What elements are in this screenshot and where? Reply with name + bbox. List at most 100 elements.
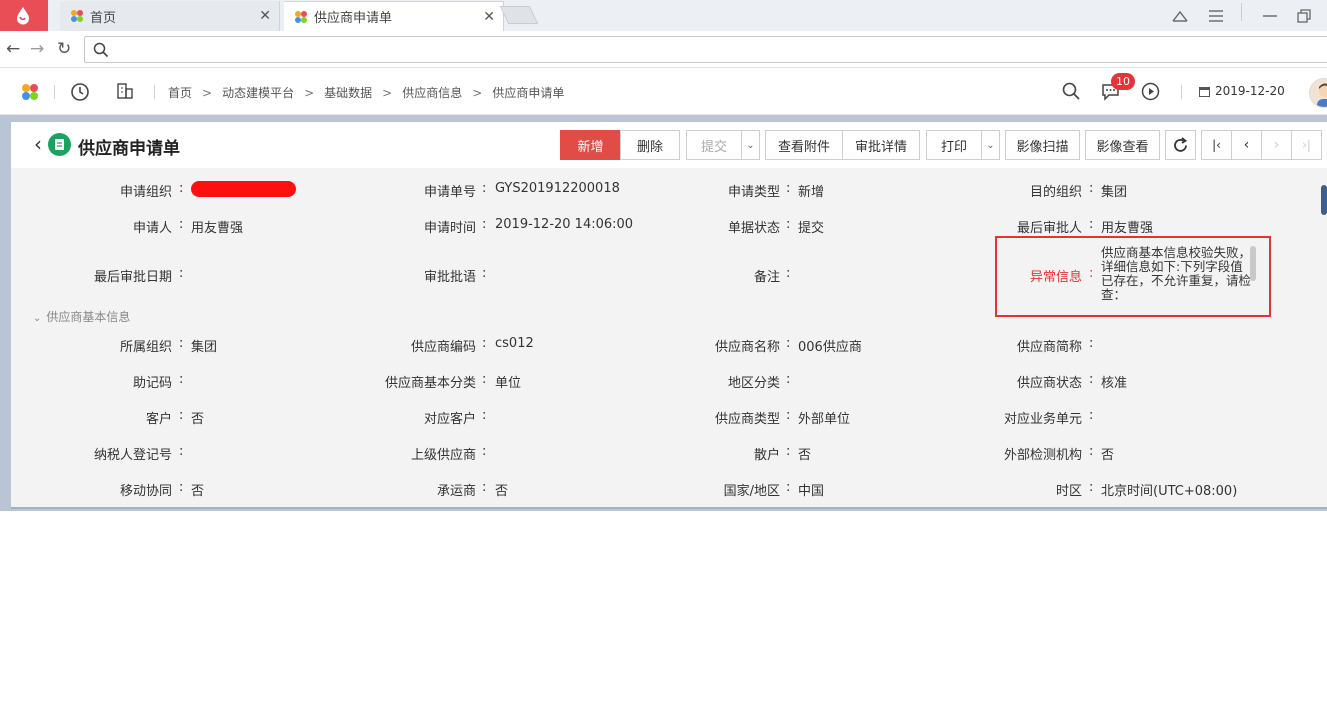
field-label: 所属组织 xyxy=(119,340,172,355)
field-colon: : xyxy=(1089,217,1094,232)
submit-dropdown-icon[interactable]: ⌄ xyxy=(742,130,760,160)
error-info-text[interactable]: 供应商基本信息校验失败，详细信息如下:下列字段值已存在，不允许重复，请检查： xyxy=(1101,246,1251,302)
search-icon xyxy=(93,42,109,58)
close-icon[interactable]: ✕ xyxy=(483,9,495,25)
field-colon: : xyxy=(179,336,184,351)
field-value: cs012 xyxy=(495,336,534,351)
field-value: GYS201912200018 xyxy=(495,181,620,196)
building-icon[interactable] xyxy=(116,82,134,104)
field-colon: : xyxy=(786,444,791,459)
field-label: 时区 xyxy=(1055,484,1082,499)
chevron-down-icon: ⌄ xyxy=(33,313,42,324)
close-icon[interactable]: ✕ xyxy=(259,8,271,24)
delete-button[interactable]: 删除 xyxy=(620,130,680,160)
app-logo-icon xyxy=(70,9,84,23)
field-colon: : xyxy=(1089,372,1094,387)
field-label: 对应业务单元 xyxy=(1003,412,1082,427)
breadcrumb-home[interactable]: 首页 xyxy=(168,84,192,101)
divider xyxy=(154,85,155,99)
field-colon: : xyxy=(786,266,791,281)
back-arrow-icon[interactable]: ← xyxy=(6,39,20,59)
field-label: 单据状态 xyxy=(727,221,780,236)
search-icon[interactable] xyxy=(1062,82,1080,104)
menu-icon[interactable] xyxy=(1198,0,1234,31)
field-colon: : xyxy=(786,181,791,196)
breadcrumb-basic-data[interactable]: 基础数据 xyxy=(324,84,372,101)
browser-logo-icon[interactable] xyxy=(0,0,48,31)
field-label: 申请类型 xyxy=(727,185,780,200)
field-label: 供应商名称 xyxy=(714,340,780,355)
section-title[interactable]: ⌄ 供应商基本信息 xyxy=(33,308,130,325)
field-value: 2019-12-20 14:06:00 xyxy=(495,217,634,232)
print-button[interactable]: 打印 xyxy=(926,130,982,160)
image-view-button[interactable]: 影像查看 xyxy=(1085,130,1160,160)
field-colon: : xyxy=(179,372,184,387)
divider xyxy=(1181,85,1182,99)
field-colon: : xyxy=(482,336,487,351)
breadcrumb-current: 供应商申请单 xyxy=(492,86,565,100)
field-colon: : xyxy=(482,408,487,423)
skin-icon[interactable] xyxy=(1162,0,1198,31)
add-button[interactable]: 新增 xyxy=(560,130,621,160)
date-display[interactable]: 2019-12-20 xyxy=(1198,84,1285,98)
field-colon: : xyxy=(1089,336,1094,351)
breadcrumb-modeling-platform[interactable]: 动态建模平台 xyxy=(222,84,294,101)
calendar-icon xyxy=(1199,86,1210,97)
approval-details-button[interactable]: 审批详情 xyxy=(842,130,920,160)
play-circle-icon[interactable] xyxy=(1141,82,1160,105)
tab-label: 首页 xyxy=(90,10,117,26)
back-chevron-icon[interactable]: ‹ xyxy=(34,132,42,156)
field-value: 否 xyxy=(1101,448,1115,463)
field-label: 外部检测机构 xyxy=(1003,448,1082,463)
app-logo-icon[interactable] xyxy=(20,82,40,106)
restore-icon[interactable] xyxy=(1286,0,1322,31)
field-value: 否 xyxy=(495,484,509,499)
field-value: 否 xyxy=(191,484,205,499)
field-value: 提交 xyxy=(798,221,825,236)
minimize-icon[interactable] xyxy=(1252,0,1288,31)
error-scrollbar[interactable] xyxy=(1250,246,1256,281)
prev-page-button[interactable]: ‹ xyxy=(1231,130,1262,160)
refresh-icon[interactable]: ↻ xyxy=(57,39,71,59)
next-page-button[interactable]: › xyxy=(1261,130,1292,160)
panel-header: ‹ 供应商申请单 新增 删除 提交 ⌄ 查看附件 审批详情 打印 ⌄ 影像扫描 … xyxy=(11,122,1327,168)
field-label: 移动协同 xyxy=(119,484,172,499)
avatar[interactable] xyxy=(1309,78,1327,108)
new-tab-button[interactable] xyxy=(499,6,539,24)
print-dropdown-icon[interactable]: ⌄ xyxy=(982,130,1000,160)
image-scan-button[interactable]: 影像扫描 xyxy=(1005,130,1080,160)
field-value: 外部单位 xyxy=(798,412,851,427)
chevron-right-icon: > xyxy=(472,85,483,100)
submit-button[interactable]: 提交 xyxy=(686,130,742,160)
field-colon: : xyxy=(1089,266,1094,281)
field-label: 助记码 xyxy=(132,376,172,391)
field-label: 备注 xyxy=(753,270,780,285)
divider xyxy=(1241,3,1242,21)
field-value: 核准 xyxy=(1101,376,1128,391)
field-value: 用友曹强 xyxy=(1101,221,1154,236)
chevron-right-icon: > xyxy=(202,85,213,100)
field-label: 申请人 xyxy=(132,221,172,236)
tab-home[interactable]: 首页 ✕ xyxy=(60,1,280,31)
chevron-right-icon: > xyxy=(382,85,393,100)
field-colon: : xyxy=(786,480,791,495)
refresh-button[interactable] xyxy=(1165,130,1196,160)
redacted-value xyxy=(191,181,296,197)
history-clock-icon[interactable] xyxy=(70,82,90,106)
side-scroll-handle[interactable] xyxy=(1321,185,1327,215)
content-frame: ‹ 供应商申请单 新增 删除 提交 ⌄ 查看附件 审批详情 打印 ⌄ 影像扫描 … xyxy=(0,115,1327,511)
first-page-button[interactable]: |‹ xyxy=(1201,130,1232,160)
field-value: 集团 xyxy=(1101,185,1128,200)
field-label: 申请组织 xyxy=(119,185,172,200)
field-colon: : xyxy=(1089,408,1094,423)
field-value: 新增 xyxy=(798,185,825,200)
tab-supplier-application[interactable]: 供应商申请单 ✕ xyxy=(284,1,504,31)
chevron-right-icon: > xyxy=(304,85,315,100)
field-value: 006供应商 xyxy=(798,340,862,355)
last-page-button[interactable]: ›| xyxy=(1291,130,1322,160)
url-input[interactable] xyxy=(84,36,1327,63)
breadcrumb-supplier-info[interactable]: 供应商信息 xyxy=(402,84,462,101)
field-label: 最后审批人 xyxy=(1016,221,1082,236)
forward-arrow-icon[interactable]: → xyxy=(30,39,44,59)
view-attachment-button[interactable]: 查看附件 xyxy=(765,130,843,160)
